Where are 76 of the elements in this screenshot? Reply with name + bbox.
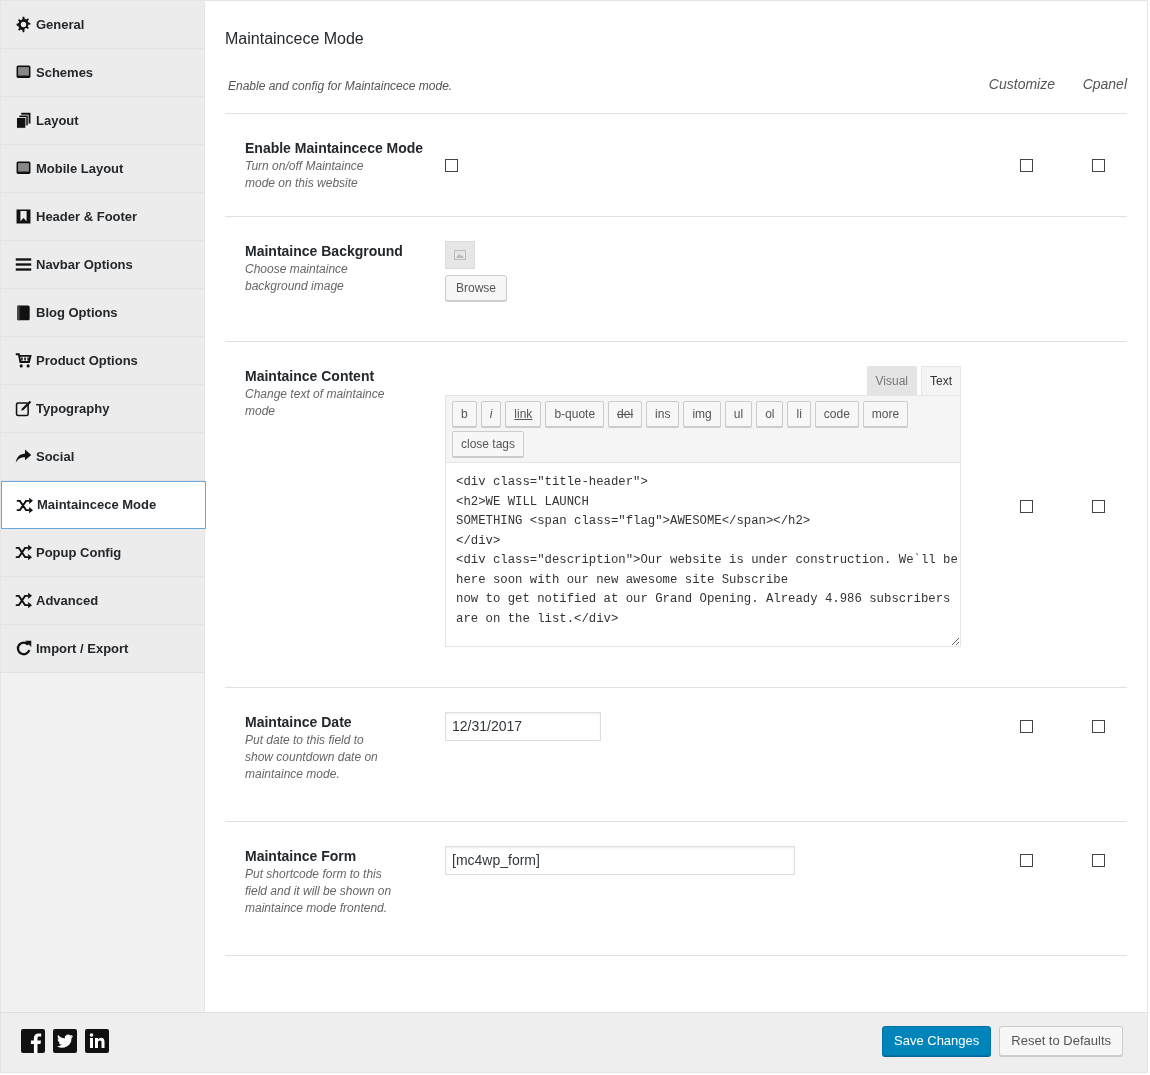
pages-icon [15,112,32,129]
sidebar-item[interactable]: Advanced [1,577,204,625]
setting-title: Maintaince Background [245,242,404,261]
browse-button[interactable]: Browse [445,275,507,301]
setting-title: Maintaince Date [245,713,353,732]
toolbar-button[interactable]: img [683,401,721,427]
book-icon [15,304,32,321]
text-field[interactable]: 12/31/2017 [445,712,601,741]
facebook-icon[interactable] [21,1028,45,1053]
checkbox[interactable] [1092,854,1105,867]
editor-tab[interactable]: Visual [866,366,917,395]
shuffle-icon [16,496,33,514]
column-header: Cpanel [1081,75,1127,94]
column-header: Customize [987,75,1055,94]
setting-description: Put shortcode form to this field and it will be shown on maintaince mode frontend. [245,866,393,917]
toolbar-button[interactable]: close tags [452,431,525,457]
sidebar-item[interactable]: Import / Export [1,625,204,673]
code-editor[interactable]: <div class="title-header"> <h2>WE WILL LAUNCH SOMETHING <span class="flag">AWESOME</span></h2> </div> <div class="description">Our website is under construction. We`ll be here soon with our new awesome site Subscribe now to get notified at our Grand Opening. Already 4.986 subscribers are on the list.</div> [445,463,961,647]
menu-icon [15,256,32,273]
setting-title: Maintaince Content [245,367,376,386]
text-field[interactable]: [mc4wp_form] [445,846,795,875]
toolbar-button[interactable]: i [480,401,502,427]
toolbar-button[interactable]: code [814,401,859,427]
gear-icon [15,16,32,33]
sidebar-item[interactable]: Popup Config [1,529,204,577]
sidebar-item[interactable]: Product Options [1,337,204,385]
checkbox[interactable] [445,158,458,172]
shuffle-icon [15,544,32,561]
monitor-icon [15,160,32,177]
section-title: Maintaincece Mode [225,29,365,49]
monitor-icon [15,64,32,81]
sidebar-item[interactable]: Schemes [1,49,204,97]
checkbox[interactable] [1020,854,1033,867]
sidebar-item[interactable]: Layout [1,97,204,145]
sidebar-item[interactable]: Mobile Layout [1,145,204,193]
checkbox[interactable] [1020,500,1033,513]
setting-description: Turn on/off Maintaince mode on this website [245,158,365,192]
checkbox[interactable] [1092,720,1105,733]
toolbar-button[interactable]: b-quote [545,401,605,427]
save-button[interactable]: Save Changes [882,1025,992,1056]
sidebar-item[interactable]: General [1,1,204,49]
editor-tab[interactable]: Text [921,366,961,395]
reset-button[interactable]: Reset to Defaults [999,1025,1123,1056]
image-placeholder [445,241,475,269]
sidebar-item[interactable]: Navbar Options [1,241,204,289]
sidebar-item[interactable]: Header & Footer [1,193,204,241]
toolbar-button[interactable]: ins [646,401,680,427]
toolbar-button[interactable]: link [505,401,542,427]
sidebar-item[interactable]: Blog Options [1,289,204,337]
refresh-icon [15,640,32,657]
cart-icon [15,352,32,369]
sidebar-item[interactable]: Typography [1,385,204,433]
checkbox[interactable] [1092,500,1105,513]
setting-title: Maintaince Form [245,847,358,866]
setting-description: Choose maintaince background image [245,261,349,295]
shuffle-icon [15,592,32,609]
sidebar-item[interactable]: Maintaincece Mode [1,481,206,529]
section-description: Enable and config for Maintaincece mode. [228,78,453,95]
bird-icon[interactable] [53,1028,77,1053]
setting-description: Change text of maintaince mode [245,386,386,420]
toolbar-button[interactable]: ul [724,401,753,427]
setting-title: Enable Maintaincece Mode [245,139,425,158]
sidebar-item[interactable]: Social [1,433,204,481]
checkbox[interactable] [1020,720,1033,733]
setting-description: Put date to this field to show countdown date on maintaince mode. [245,732,379,783]
toolbar-button[interactable]: more [862,401,909,427]
toolbar-button[interactable]: del [608,401,643,427]
toolbar-button[interactable]: b [452,401,477,427]
checkbox[interactable] [1092,158,1105,172]
linkedin-icon[interactable] [85,1028,109,1053]
bookmark-icon [15,208,32,225]
toolbar-button[interactable]: ol [756,401,784,427]
toolbar-button[interactable]: li [787,401,811,427]
checkbox[interactable] [1020,158,1033,172]
share-icon [15,448,32,465]
edit-icon [15,400,32,417]
